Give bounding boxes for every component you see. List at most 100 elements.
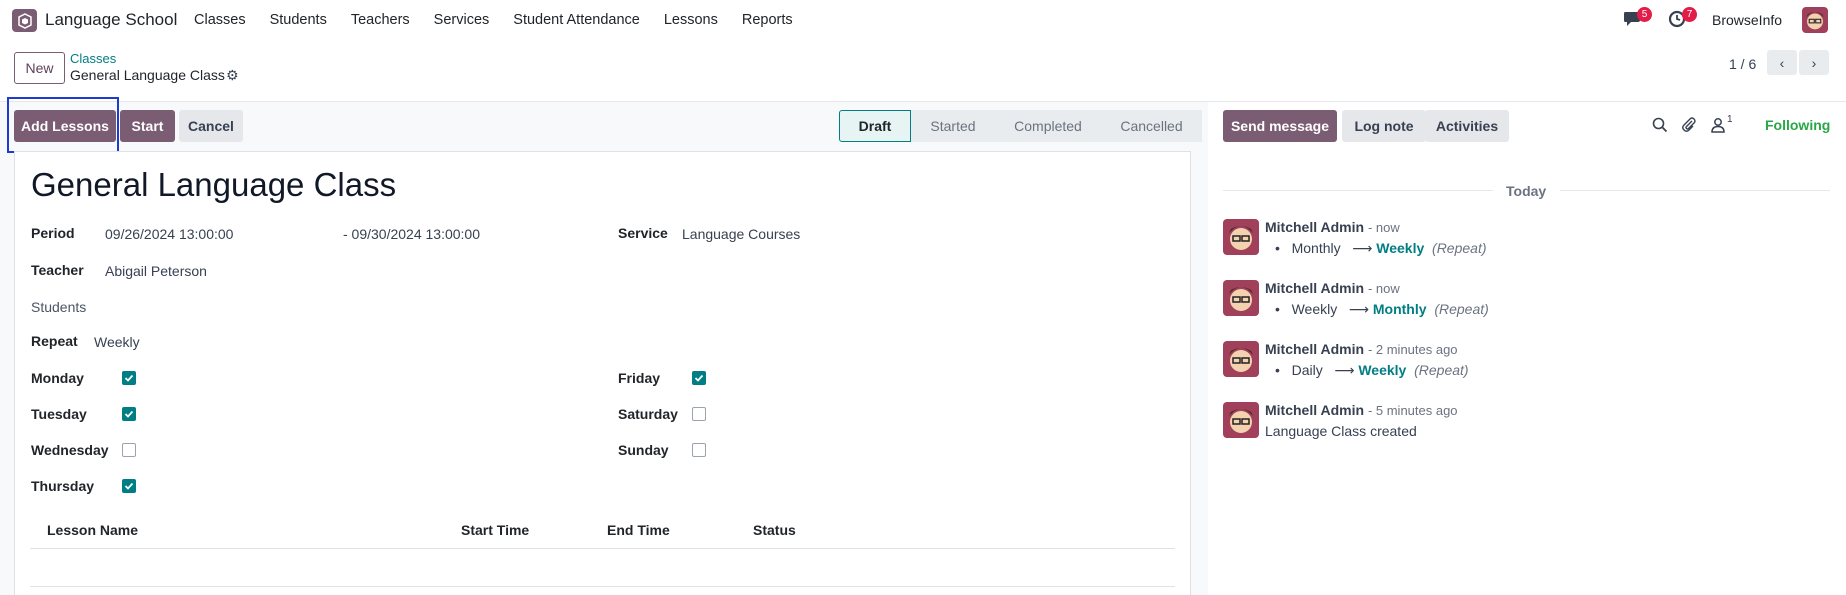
activities-clock-icon[interactable]: 7: [1668, 7, 1697, 30]
repeat-field[interactable]: Weekly: [94, 334, 140, 350]
period-end-field[interactable]: - 09/30/2024 13:00:00: [343, 226, 480, 242]
menu-student-attendance[interactable]: Student Attendance: [513, 12, 640, 28]
new-value: Monthly: [1372, 301, 1427, 317]
thursday-label: Thursday: [31, 478, 95, 494]
stage-started[interactable]: Started: [911, 110, 995, 142]
new-value: Weekly: [1376, 240, 1425, 256]
old-value: Daily: [1291, 362, 1323, 378]
message-author[interactable]: Mitchell Admin - 2 minutes ago: [1265, 341, 1458, 357]
company-switcher[interactable]: BrowseInfo: [1712, 12, 1782, 28]
arrow-right-icon: ⟶: [1334, 362, 1355, 378]
log-note-button[interactable]: Log note: [1342, 110, 1426, 142]
col-end-time[interactable]: End Time: [607, 522, 670, 538]
monday-label: Monday: [31, 370, 84, 386]
breadcrumb-current: General Language Class: [70, 67, 225, 83]
following-button[interactable]: Following: [1765, 117, 1830, 133]
class-title[interactable]: General Language Class: [31, 166, 396, 204]
saturday-checkbox[interactable]: [692, 407, 706, 421]
message-avatar[interactable]: [1223, 219, 1259, 255]
author-name[interactable]: Mitchell Admin: [1265, 280, 1364, 296]
cancel-button[interactable]: Cancel: [179, 110, 243, 142]
today-divider-right: [1560, 190, 1830, 191]
stage-draft[interactable]: Draft: [839, 110, 911, 142]
tuesday-label: Tuesday: [31, 406, 87, 422]
pager-prev-button[interactable]: ‹: [1767, 50, 1797, 75]
check-icon: [124, 374, 134, 382]
add-lessons-button[interactable]: Add Lessons: [14, 110, 116, 142]
wednesday-checkbox[interactable]: [122, 443, 136, 457]
menu-classes[interactable]: Classes: [194, 12, 246, 28]
tracking-line: • Weekly ⟶ Monthly (Repeat): [1275, 301, 1489, 317]
message-author[interactable]: Mitchell Admin - now: [1265, 219, 1400, 235]
friday-checkbox[interactable]: [692, 371, 706, 385]
message-time: - 2 minutes ago: [1367, 342, 1458, 357]
followers-user-icon[interactable]: [1711, 117, 1725, 136]
chevron-right-icon: ›: [1811, 54, 1817, 71]
send-message-button[interactable]: Send message: [1223, 110, 1337, 142]
check-icon: [124, 410, 134, 418]
teacher-field[interactable]: Abigail Peterson: [105, 263, 207, 279]
tracked-field: (Repeat): [1432, 240, 1487, 256]
form-sheet: [14, 151, 1191, 595]
period-label: Period: [31, 225, 75, 241]
sunday-checkbox[interactable]: [692, 443, 706, 457]
old-value: Monthly: [1291, 240, 1341, 256]
stage-completed[interactable]: Completed: [995, 110, 1101, 142]
stage-cancelled[interactable]: Cancelled: [1101, 110, 1202, 142]
pager-next-button[interactable]: ›: [1799, 50, 1829, 75]
tuesday-checkbox[interactable]: [122, 407, 136, 421]
friday-label: Friday: [618, 370, 661, 386]
tracked-field: (Repeat): [1434, 301, 1489, 317]
activities-button[interactable]: Activities: [1425, 110, 1509, 142]
message-avatar[interactable]: [1223, 280, 1259, 316]
paperclip-icon[interactable]: [1681, 117, 1697, 136]
tracked-field: (Repeat): [1414, 362, 1469, 378]
message-author[interactable]: Mitchell Admin - now: [1265, 280, 1400, 296]
message-avatar[interactable]: [1223, 402, 1259, 438]
menu-reports[interactable]: Reports: [742, 12, 793, 28]
pager-value[interactable]: 1 / 6: [1729, 56, 1756, 72]
students-label: Students: [31, 299, 87, 315]
author-name[interactable]: Mitchell Admin: [1265, 402, 1364, 418]
messages-badge: 5: [1637, 7, 1652, 22]
control-panel: New Classes General Language Class ⚙ 1 /…: [0, 40, 1846, 102]
gear-icon[interactable]: ⚙: [226, 67, 239, 84]
new-value: Weekly: [1358, 362, 1407, 378]
wednesday-label: Wednesday: [31, 442, 109, 458]
stage-bar: Draft Started Completed Cancelled: [839, 110, 1202, 142]
main-menu: Classes Students Teachers Services Stude…: [194, 12, 817, 28]
old-value: Weekly: [1291, 301, 1338, 317]
app-brand[interactable]: Language School: [45, 10, 177, 30]
service-field[interactable]: Language Courses: [682, 226, 800, 242]
message-time: - now: [1367, 220, 1400, 235]
message-author[interactable]: Mitchell Admin - 5 minutes ago: [1265, 402, 1458, 418]
menu-services[interactable]: Services: [434, 12, 490, 28]
service-label: Service: [618, 225, 668, 241]
message-body: Language Class created: [1265, 423, 1417, 439]
monday-checkbox[interactable]: [122, 371, 136, 385]
today-divider-left: [1223, 190, 1493, 191]
start-button[interactable]: Start: [120, 110, 175, 142]
thursday-checkbox[interactable]: [122, 479, 136, 493]
message-time: - now: [1367, 281, 1400, 296]
app-menu-icon[interactable]: [12, 9, 37, 32]
author-name[interactable]: Mitchell Admin: [1265, 219, 1364, 235]
messages-icon[interactable]: 5: [1623, 7, 1652, 30]
breadcrumb-classes[interactable]: Classes: [70, 51, 116, 66]
col-status[interactable]: Status: [753, 522, 796, 538]
col-start-time[interactable]: Start Time: [461, 522, 529, 538]
message-time: - 5 minutes ago: [1367, 403, 1458, 418]
table-row-divider: [30, 586, 1175, 587]
new-button[interactable]: New: [14, 52, 65, 84]
menu-students[interactable]: Students: [270, 12, 327, 28]
message-avatar[interactable]: [1223, 341, 1259, 377]
author-name[interactable]: Mitchell Admin: [1265, 341, 1364, 357]
user-avatar[interactable]: [1802, 7, 1828, 33]
menu-teachers[interactable]: Teachers: [351, 12, 410, 28]
top-navbar: Language School Classes Students Teacher…: [0, 0, 1846, 40]
search-icon[interactable]: [1652, 117, 1668, 136]
col-lesson-name[interactable]: Lesson Name: [47, 522, 138, 538]
check-icon: [694, 374, 704, 382]
menu-lessons[interactable]: Lessons: [664, 12, 718, 28]
period-start-field[interactable]: 09/26/2024 13:00:00: [105, 226, 233, 242]
